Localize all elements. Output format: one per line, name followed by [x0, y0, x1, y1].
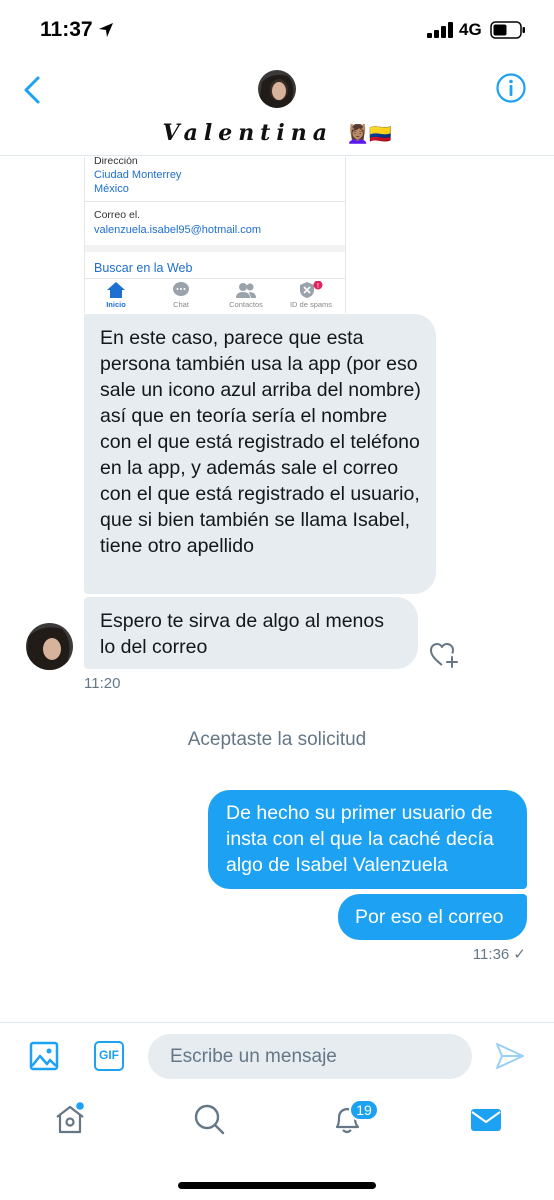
conversation-thread[interactable]: Dirección Ciudad Monterrey México Correo… [0, 157, 554, 1022]
shot-tab-contacts: Contactos [216, 281, 276, 309]
home-icon[interactable] [53, 1102, 87, 1136]
contact-name-emojis: 💆🏽‍♀️🇨🇴 [346, 124, 392, 145]
home-icon [107, 282, 125, 298]
system-message: Aceptaste la solicitud [187, 729, 367, 750]
image-icon[interactable] [29, 1041, 59, 1071]
shared-screenshot-image[interactable]: Dirección Ciudad Monterrey México Correo… [84, 157, 346, 313]
shot-tab-spam: ! ID de spams [281, 281, 341, 309]
message-input[interactable] [148, 1034, 472, 1079]
message-timestamp-read: 11:36 ✓ [472, 946, 526, 963]
contact-avatar[interactable] [258, 70, 296, 108]
battery-icon [490, 21, 525, 39]
message-timestamp: 11:20 [84, 675, 121, 692]
message-bubble-incoming[interactable]: En este caso, parece que esta persona ta… [84, 314, 436, 594]
status-time: 11:37 [40, 18, 93, 41]
status-bar: 11:37 4G [0, 0, 554, 56]
shot-divider [85, 278, 345, 279]
conversation-header: Valentina 💆🏽‍♀️🇨🇴 [0, 56, 554, 156]
info-icon[interactable] [495, 72, 527, 104]
contacts-icon [236, 283, 256, 298]
shot-address-line1: Ciudad Monterrey [94, 169, 182, 181]
search-icon[interactable] [192, 1102, 226, 1136]
mail-icon[interactable] [469, 1104, 503, 1136]
shot-tab-home: Inicio [86, 281, 146, 309]
shot-tab-label: ID de spams [289, 300, 333, 309]
signal-strength-icon [427, 22, 453, 38]
shot-address-label: Dirección [94, 157, 138, 167]
shot-divider [85, 245, 345, 252]
shot-address-line2: México [94, 183, 129, 195]
compose-bar: GIF [0, 1022, 554, 1090]
network-type: 4G [459, 20, 482, 39]
shot-divider [85, 201, 345, 202]
shot-email-label: Correo el. [94, 209, 141, 221]
home-indicator [178, 1182, 376, 1189]
shot-email-value: valenzuela.isabel95@hotmail.com [94, 224, 262, 236]
like-heart-icon[interactable] [428, 639, 460, 671]
shot-tab-label: Contactos [229, 300, 263, 309]
shot-web-search: Buscar en la Web [94, 261, 193, 275]
shot-tab-label: Chat [173, 300, 189, 309]
sender-avatar[interactable] [26, 623, 73, 670]
contact-name[interactable]: Valentina 💆🏽‍♀️🇨🇴 [0, 120, 554, 146]
location-arrow-icon [99, 23, 113, 37]
spam-badge: ! [317, 283, 319, 290]
message-bubble-incoming[interactable]: Espero te sirva de algo al menos lo del … [84, 597, 418, 669]
notifications-badge: 19 [349, 1099, 379, 1121]
spam-shield-icon: ! [300, 281, 323, 298]
chat-icon [173, 282, 189, 296]
send-icon[interactable] [495, 1041, 525, 1071]
contact-name-text: Valentina [162, 120, 333, 146]
back-button[interactable] [18, 74, 48, 106]
shot-tab-chat: Chat [151, 281, 211, 309]
shot-tab-label: Inicio [106, 300, 126, 309]
gif-button[interactable]: GIF [94, 1041, 124, 1071]
message-bubble-outgoing[interactable]: Por eso el correo [338, 894, 527, 940]
bottom-tab-bar: 19 [0, 1090, 554, 1200]
message-bubble-outgoing[interactable]: De hecho su primer usuario de insta con … [208, 790, 527, 889]
